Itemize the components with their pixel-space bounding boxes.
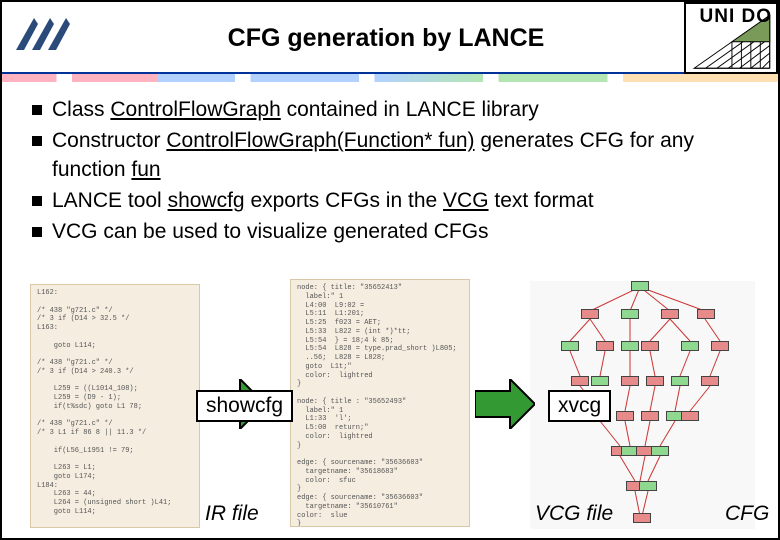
bullet-text-underline: fun	[131, 158, 160, 181]
bullet-icon	[32, 105, 42, 115]
bullet-item: LANCE tool showcfg exports CFGs in the V…	[32, 187, 748, 216]
bullet-text: Constructor	[52, 129, 166, 152]
logo-right-label: UNI DO	[700, 6, 773, 28]
caption-ir-file: IR file	[205, 502, 259, 526]
bullet-text-underline: ControlFlowGraph(Function* fun)	[166, 129, 474, 152]
bullet-icon	[32, 227, 42, 237]
bullet-text: exports CFGs in the	[245, 189, 443, 212]
bullet-text: text format	[489, 189, 594, 212]
bullet-text-underline: VCG	[443, 189, 489, 212]
ir-file-panel: L162: /* 438 "g721.c" */ /* 3 if (D14 > …	[30, 284, 200, 528]
bullet-item: Class ControlFlowGraph contained in LANC…	[32, 96, 748, 125]
bullet-text-underline: showcfg	[168, 189, 245, 212]
bullet-text: contained in LANCE library	[281, 98, 539, 121]
logo-right: UNI DO	[684, 2, 778, 74]
bullet-text: Class	[52, 98, 110, 121]
code-text: node: { title: "35652413" label:" 1 L4:0…	[297, 284, 457, 527]
caption-vcg-file: VCG file	[535, 502, 613, 526]
bullet-text: VCG can be used to visualize generated C…	[52, 220, 489, 243]
bullet-list: Class ControlFlowGraph contained in LANC…	[32, 96, 748, 247]
slide-title: CFG generation by LANCE	[88, 2, 684, 53]
step-label-showcfg: showcfg	[196, 390, 293, 422]
bullet-text: LANCE tool	[52, 189, 168, 212]
caption-cfg: CFG	[725, 502, 769, 526]
step-label-xvcg: xvcg	[548, 390, 611, 422]
gradient-bar	[2, 74, 778, 82]
diagram-area: L162: /* 438 "g721.c" */ /* 3 if (D14 > …	[30, 284, 768, 534]
bullet-icon	[32, 136, 42, 146]
content-area: Class ControlFlowGraph contained in LANC…	[2, 82, 778, 247]
bullet-item: VCG can be used to visualize generated C…	[32, 218, 748, 247]
bullet-item: Constructor ControlFlowGraph(Function* f…	[32, 127, 748, 185]
bullet-icon	[32, 196, 42, 206]
logo-left	[10, 6, 80, 66]
arrow-icon	[475, 379, 535, 429]
vcg-file-panel: node: { title: "35652413" label:" 1 L4:0…	[290, 279, 470, 527]
code-text: L162: /* 438 "g721.c" */ /* 3 if (D14 > …	[37, 289, 171, 516]
slide-header: CFG generation by LANCE UNI DO	[2, 2, 778, 74]
bullet-text-underline: ControlFlowGraph	[110, 98, 280, 121]
